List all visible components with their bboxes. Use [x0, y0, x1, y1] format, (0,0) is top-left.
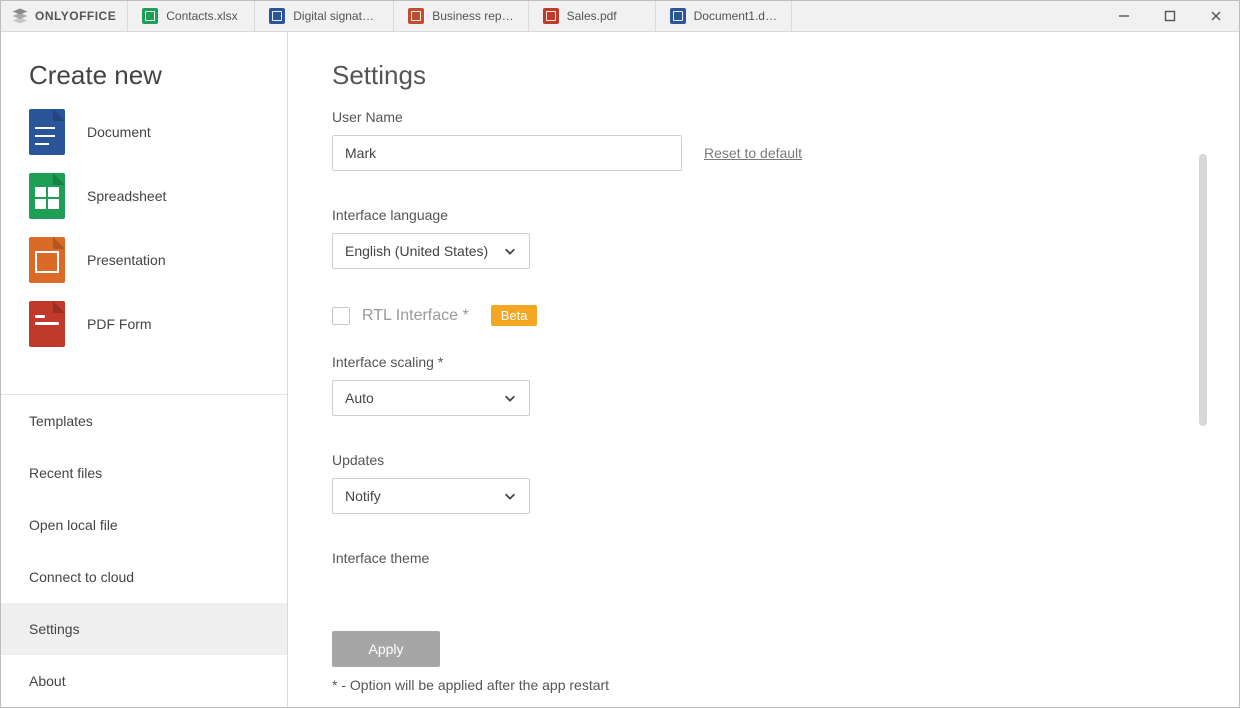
field-interface-language: Interface language English (United State…	[332, 207, 1169, 269]
minimize-button[interactable]	[1101, 1, 1147, 31]
scaling-value: Auto	[345, 390, 374, 406]
updates-label: Updates	[332, 452, 1169, 468]
settings-form: User Name Reset to default Interface lan…	[332, 109, 1169, 566]
restart-note: * - Option will be applied after the app…	[332, 677, 1195, 693]
document-tabs: Contacts.xlsx Digital signatu… Business re…	[128, 1, 792, 31]
create-item-label: Spreadsheet	[87, 188, 166, 204]
file-type-icon	[142, 8, 158, 24]
file-type-icon	[670, 8, 686, 24]
nav-templates[interactable]: Templates	[1, 395, 287, 447]
reset-to-default-link[interactable]: Reset to default	[704, 145, 802, 161]
tab-label: Digital signatu…	[293, 9, 379, 23]
document-tab[interactable]: Digital signatu…	[254, 1, 394, 31]
scrollbar-thumb[interactable]	[1199, 154, 1207, 426]
nav-open-local-file[interactable]: Open local file	[1, 499, 287, 551]
sidebar-nav: TemplatesRecent filesOpen local fileConn…	[1, 394, 287, 707]
nav-settings[interactable]: Settings	[1, 603, 287, 655]
updates-select[interactable]: Notify	[332, 478, 530, 514]
settings-panel: Settings User Name Reset to default Inte…	[288, 32, 1239, 707]
field-user-name: User Name Reset to default	[332, 109, 1169, 171]
document-icon	[29, 109, 65, 155]
maximize-button[interactable]	[1147, 1, 1193, 31]
sidebar-heading: Create new	[29, 60, 259, 91]
create-item-label: PDF Form	[87, 316, 152, 332]
presentation-icon	[29, 237, 65, 283]
create-item-label: Presentation	[87, 252, 166, 268]
document-tab[interactable]: Sales.pdf	[528, 1, 656, 31]
chevron-down-icon	[503, 391, 517, 405]
nav-recent-files[interactable]: Recent files	[1, 447, 287, 499]
create-pdf-form[interactable]: PDF Form	[29, 301, 259, 347]
document-tab[interactable]: Business rep…	[393, 1, 528, 31]
create-presentation[interactable]: Presentation	[29, 237, 259, 283]
create-spreadsheet[interactable]: Spreadsheet	[29, 173, 259, 219]
close-button[interactable]	[1193, 1, 1239, 31]
page-title: Settings	[332, 60, 1169, 91]
updates-value: Notify	[345, 488, 381, 504]
logo-icon	[11, 7, 29, 25]
pdf form-icon	[29, 301, 65, 347]
sidebar: Create new Document Spreadsheet Presentati…	[1, 32, 288, 707]
brand-text: ONLYOFFICE	[35, 9, 116, 23]
tab-label: Contacts.xlsx	[166, 9, 237, 23]
rtl-checkbox[interactable]	[332, 307, 350, 325]
brand: ONLYOFFICE	[1, 1, 128, 31]
rtl-label: RTL Interface *	[362, 307, 469, 325]
apply-button[interactable]: Apply	[332, 631, 440, 667]
create-document[interactable]: Document	[29, 109, 259, 155]
file-type-icon	[269, 8, 285, 24]
theme-label: Interface theme	[332, 550, 1169, 566]
user-name-label: User Name	[332, 109, 1169, 125]
nav-about[interactable]: About	[1, 655, 287, 707]
nav-connect-to-cloud[interactable]: Connect to cloud	[1, 551, 287, 603]
tab-label: Sales.pdf	[567, 9, 617, 23]
chevron-down-icon	[503, 244, 517, 258]
window-controls	[1101, 1, 1239, 31]
create-item-label: Document	[87, 124, 151, 140]
field-rtl: RTL Interface * Beta	[332, 305, 1169, 326]
tab-label: Business rep…	[432, 9, 513, 23]
document-tab[interactable]: Document1.d…	[655, 1, 792, 31]
document-tab[interactable]: Contacts.xlsx	[127, 1, 255, 31]
tab-label: Document1.d…	[694, 9, 777, 23]
field-updates: Updates Notify	[332, 452, 1169, 514]
spreadsheet-icon	[29, 173, 65, 219]
field-theme: Interface theme	[332, 550, 1169, 566]
interface-language-select[interactable]: English (United States)	[332, 233, 530, 269]
settings-footer: Apply * - Option will be applied after t…	[332, 603, 1195, 693]
titlebar: ONLYOFFICE Contacts.xlsx Digital signatu……	[1, 1, 1239, 32]
file-type-icon	[408, 8, 424, 24]
scaling-select[interactable]: Auto	[332, 380, 530, 416]
field-scaling: Interface scaling * Auto	[332, 354, 1169, 416]
user-name-input[interactable]	[332, 135, 682, 171]
scaling-label: Interface scaling *	[332, 354, 1169, 370]
interface-language-label: Interface language	[332, 207, 1169, 223]
chevron-down-icon	[503, 489, 517, 503]
file-type-icon	[543, 8, 559, 24]
beta-badge: Beta	[491, 305, 538, 326]
interface-language-value: English (United States)	[345, 243, 488, 259]
